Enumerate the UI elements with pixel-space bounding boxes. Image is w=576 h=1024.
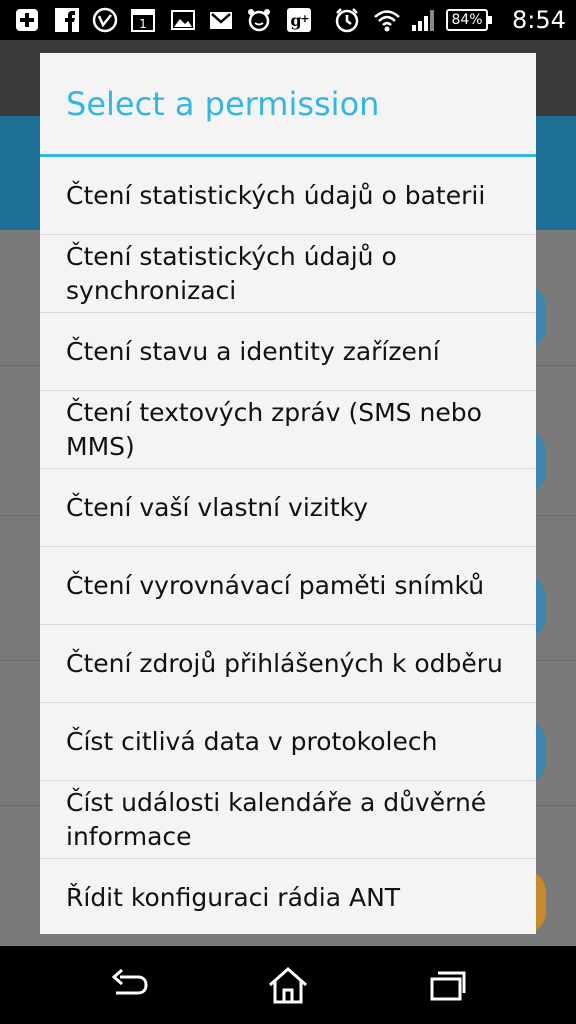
permission-item-own-contact-card[interactable]: Čtení vaší vlastní vizitky	[40, 469, 536, 547]
gmail-icon	[210, 12, 232, 29]
wifi-icon	[374, 10, 400, 32]
permission-label: Řídit konfiguraci rádia ANT	[66, 883, 401, 912]
select-permission-dialog: Select a permission Čtení statistických …	[40, 53, 536, 934]
navigation-bar	[0, 946, 576, 1024]
permission-item-subscribed-feeds[interactable]: Čtení zdrojů přihlášených k odběru	[40, 625, 536, 703]
permission-label: Čtení statistických údajů o synchronizac…	[66, 241, 397, 305]
gallery-icon	[171, 10, 195, 30]
permission-label: Čtení vaší vlastní vizitky	[66, 492, 369, 522]
dialog-title: Select a permission	[66, 85, 380, 123]
google-plus-icon: g +	[287, 8, 311, 32]
permission-item-ant-radio[interactable]: Řídit konfiguraci rádia ANT	[40, 859, 536, 937]
status-bar: 1 g + 84% 8:54	[0, 0, 576, 40]
permission-label: Čtení stavu a identity zařízení	[66, 336, 440, 366]
vine-icon	[92, 7, 118, 33]
svg-text:+: +	[300, 12, 309, 25]
permission-item-sync-stats[interactable]: Čtení statistických údajů o synchronizac…	[40, 235, 536, 313]
signal-icon	[412, 10, 434, 31]
permission-label: Čtení vyrovnávací paměti snímků	[66, 570, 485, 600]
permission-item-frame-buffer[interactable]: Čtení vyrovnávací paměti snímků	[40, 547, 536, 625]
recent-apps-icon[interactable]	[426, 965, 470, 1005]
permission-label: Čtení textových zpráv (SMS nebo MMS)	[66, 397, 482, 461]
permission-label: Čtení zdrojů přihlášených k odběru	[66, 648, 503, 678]
facebook-icon	[55, 8, 79, 32]
home-icon[interactable]	[266, 965, 310, 1005]
permission-item-read-sms[interactable]: Čtení textových zpráv (SMS nebo MMS)	[40, 391, 536, 469]
alarm-icon	[335, 8, 359, 33]
calendar-day: 1	[139, 17, 147, 31]
permission-item-calendar-events[interactable]: Číst události kalendáře a důvěrné inform…	[40, 781, 536, 859]
permission-label: Číst citlivá data v protokolech	[66, 726, 438, 756]
permission-item-battery-stats[interactable]: Čtení statistických údajů o baterii	[40, 157, 536, 235]
permission-label: Čtení statistických údajů o baterii	[66, 180, 486, 210]
clock: 8:54	[512, 6, 566, 34]
permission-item-device-identity[interactable]: Čtení stavu a identity zařízení	[40, 313, 536, 391]
add-icon	[16, 9, 38, 31]
permission-label: Číst události kalendáře a důvěrné inform…	[66, 787, 487, 851]
calendar-icon: 1	[131, 9, 155, 32]
permission-item-read-logs[interactable]: Číst citlivá data v protokolech	[40, 703, 536, 781]
battery-indicator: 84%	[446, 9, 492, 31]
back-icon[interactable]	[106, 965, 150, 1005]
alarm-clock-app-icon	[248, 9, 270, 32]
permission-list: Čtení statistických údajů o baterii Čten…	[40, 157, 536, 937]
